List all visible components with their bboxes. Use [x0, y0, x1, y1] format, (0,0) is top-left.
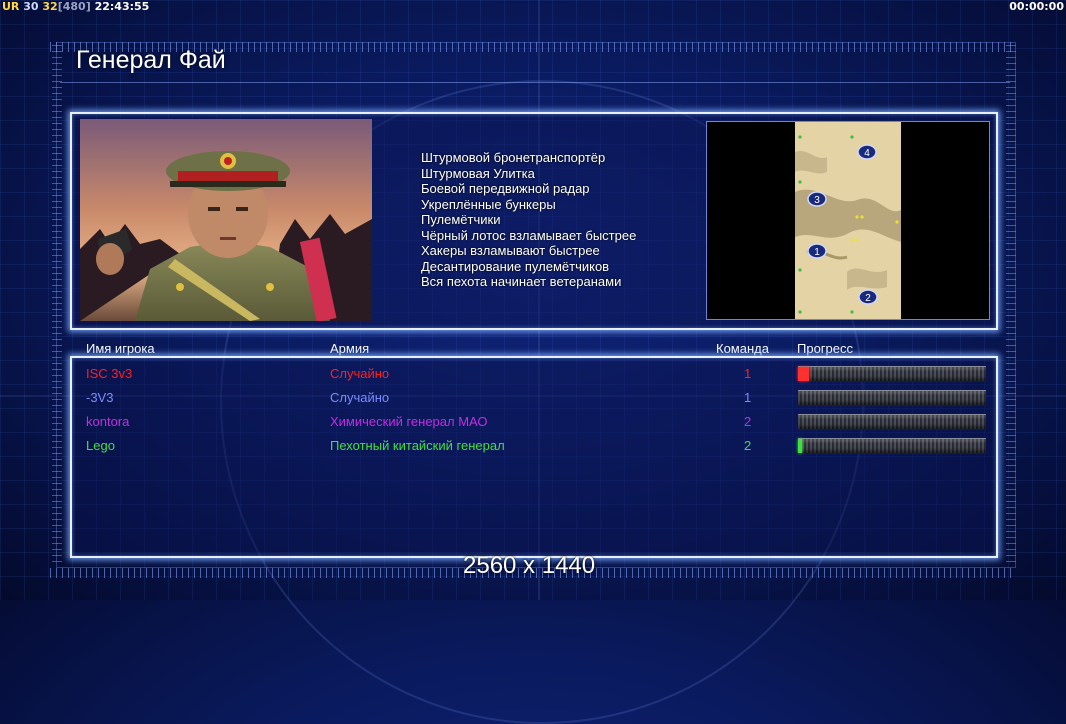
status-value-1: 30: [23, 0, 39, 13]
progress-bar: [798, 438, 986, 454]
general-portrait: [80, 119, 372, 321]
player-team: 1: [744, 366, 752, 381]
page-title: Генерал Фай: [76, 46, 226, 74]
bonus-item: Штурмовая Улитка: [421, 165, 535, 181]
player-army: Случайно: [330, 390, 390, 405]
bonus-item: Десантирование пулемётчиков: [421, 258, 610, 274]
player-row: -3V3 Случайно 1: [86, 390, 986, 410]
status-value-2: 32: [42, 0, 58, 13]
column-header-name: Имя игрока: [86, 341, 155, 356]
bonus-item: Хакеры взламывают быстрее: [421, 243, 600, 258]
player-team: 1: [744, 390, 752, 405]
status-clock: 22:43:55: [94, 0, 150, 13]
progress-bar: [798, 414, 986, 430]
bonus-item: Укреплённые бункеры: [421, 196, 556, 212]
svg-text:4: 4: [864, 148, 870, 159]
bonus-item: Чёрный лотос взламывает быстрее: [421, 227, 637, 243]
status-left: UR 30 32[480] 22:43:55: [2, 0, 149, 13]
player-name: -3V3: [86, 390, 114, 405]
status-timer: 00:00:00: [1009, 0, 1064, 13]
player-row: kontora Химический генерал МАО 2: [86, 414, 986, 434]
player-army: Случайно: [330, 366, 390, 381]
bonus-item: Боевой передвижной радар: [421, 181, 590, 196]
column-header-progress: Прогресс: [797, 341, 854, 356]
start-position-2[interactable]: 2: [858, 289, 878, 305]
player-team: 2: [744, 438, 752, 453]
bonus-item: Пулемётчики: [421, 212, 501, 227]
svg-text:1: 1: [814, 247, 820, 258]
start-position-3[interactable]: 3: [807, 191, 827, 207]
player-name: Lego: [86, 438, 115, 453]
player-army: Химический генерал МАО: [330, 414, 488, 429]
column-header-army: Армия: [330, 341, 370, 356]
start-position-4[interactable]: 4: [857, 144, 877, 160]
title-divider: [60, 82, 1010, 83]
column-header-team: Команда: [716, 341, 769, 356]
progress-bar: [798, 366, 986, 382]
bonus-item: Штурмовой бронетранспортёр: [421, 150, 606, 165]
player-row: Lego Пехотный китайский генерал 2: [86, 438, 986, 458]
status-value-3: [480]: [57, 0, 91, 13]
progress-fill: [798, 367, 810, 381]
resolution-label: 2560 x 1440: [463, 552, 596, 579]
player-team: 2: [744, 414, 752, 429]
bonus-item: Вся пехота начинает ветеранами: [421, 274, 622, 289]
general-bonus-list: Штурмовой бронетранспортёр Штурмовая Ули…: [421, 150, 636, 290]
player-row: ISC 3v3 Случайно 1: [86, 366, 986, 386]
start-position-1[interactable]: 1: [807, 243, 827, 259]
player-army: Пехотный китайский генерал: [330, 438, 505, 453]
status-bar: UR 30 32[480] 22:43:55 00:00:00: [0, 0, 1066, 14]
svg-text:3: 3: [814, 195, 820, 206]
player-name: ISC 3v3: [86, 366, 133, 381]
status-ur: UR: [2, 0, 20, 13]
progress-fill: [798, 439, 802, 453]
player-name: kontora: [86, 414, 130, 429]
svg-text:2: 2: [865, 293, 871, 304]
progress-bar: [798, 390, 986, 406]
map-preview[interactable]: 4 3 1 2: [706, 121, 990, 320]
